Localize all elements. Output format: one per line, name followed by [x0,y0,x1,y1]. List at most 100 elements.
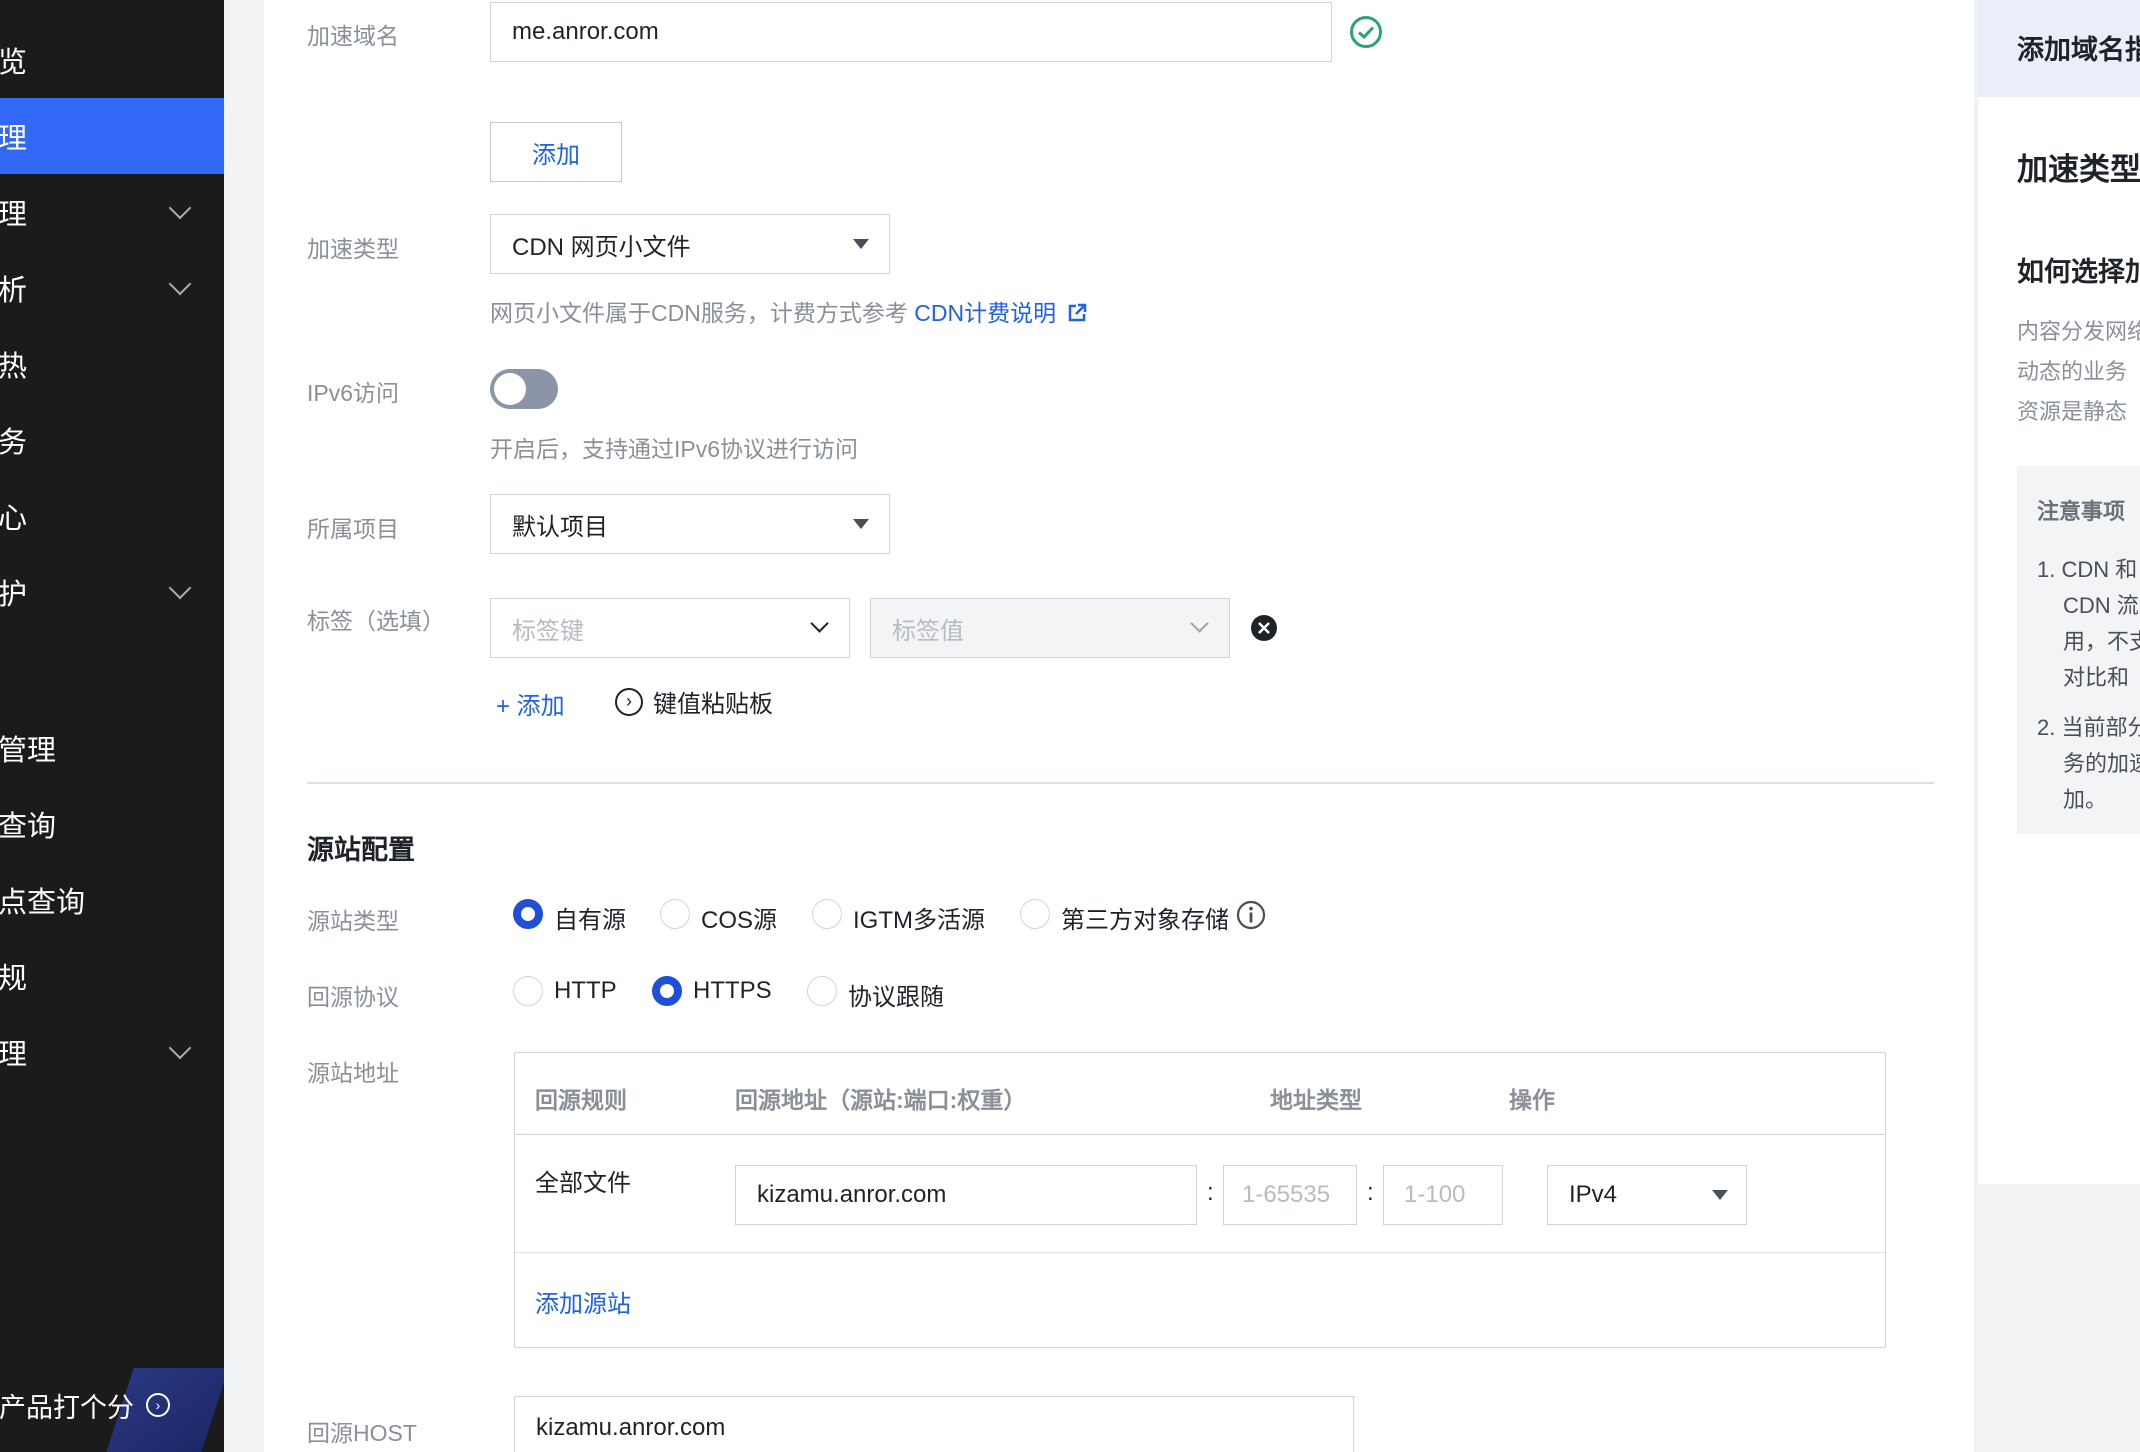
sidebar-item-service[interactable]: 务 [0,402,224,478]
note-title: 注意事项 [2037,499,2126,524]
acceleration-type-value: CDN 网页小文件 [512,233,691,261]
origin-address-input[interactable]: kizamu.anror.com [735,1165,1197,1225]
sidebar-item-label: 规 [0,963,28,995]
help-type-title: 加速类型 [2017,152,2140,187]
rate-product-link[interactable]: 给产品打个分 › [0,1375,224,1435]
sidebar-item-domain-management[interactable]: 理 [0,98,224,174]
origin-type-own-label: 自有源 [554,907,626,934]
sidebar-item-config-management[interactable]: 理 [0,174,224,250]
help-note-box: 注意事项 1. CDN 和 CDN 流 用，不支 对比和 2. 当前部分 务的加… [2017,466,2140,834]
cdn-add-domain-page: 览 理 理 析 热 务 心 护 管理 查询 点查询 规 理 产品打个分 › 加速… [0,0,2140,1452]
billing-doc-link[interactable]: CDN计费说明 [914,300,1056,326]
note-line: 用，不支 [2063,629,2140,654]
note-line: CDN 流 [2063,593,2139,618]
address-type-select[interactable]: IPv4 [1547,1165,1747,1225]
sidebar: 览 理 理 析 热 务 心 护 管理 查询 点查询 规 理 产品打个分 › [0,0,224,1452]
tag-value-placeholder: 标签值 [892,617,964,645]
protocol-radio-https[interactable] [652,976,682,1006]
address-type-value: IPv4 [1569,1181,1618,1208]
tag-key-placeholder: 标签键 [512,617,584,645]
sidebar-item-label: 析 [0,275,28,307]
sidebar-item-label: 查询 [0,811,57,843]
origin-type-radio-cos[interactable] [660,899,690,929]
chevron-down-icon [168,196,192,220]
col-type-header: 地址类型 [1270,1087,1362,1113]
chevron-down-icon [1190,614,1209,633]
add-domain-form: 加速域名 me.anror.com 添加 加速类型 CDN 网页小文件 网页小文… [264,0,1974,1452]
origin-host-input[interactable]: kizamu.anror.com [514,1396,1354,1452]
tag-clipboard-label: 键值粘贴板 [653,691,773,718]
help-desc-line: 动态的业务 [2017,359,2128,384]
note-line: 务的加速 [2063,751,2140,776]
caret-down-icon [853,239,869,249]
caret-down-icon [1712,1190,1728,1200]
add-domain-button[interactable]: 添加 [490,122,622,182]
origin-port-input[interactable]: 1-65535 [1223,1165,1357,1225]
origin-type-label: 源站类型 [307,908,399,934]
type-label: 加速类型 [307,236,399,262]
tag-key-select[interactable]: 标签键 [490,598,850,658]
chevron-right-circle-icon: › [615,687,643,716]
section-divider [307,782,1934,784]
chevron-down-icon [168,272,192,296]
note-line: 1. CDN 和 [2037,557,2138,582]
project-value: 默认项目 [512,513,608,541]
sidebar-item-query[interactable]: 查询 [0,786,224,862]
help-how-title: 如何选择加速类型 [2017,257,2140,287]
sidebar-item-center[interactable]: 心 [0,478,224,554]
tag-clipboard-button[interactable]: › 键值粘贴板 [615,684,773,719]
ipv6-hint: 开启后，支持通过IPv6协议进行访问 [490,436,859,462]
colon-separator: : [1207,1179,1214,1206]
sidebar-item-node-query[interactable]: 点查询 [0,862,224,938]
chevron-down-icon [168,1036,192,1060]
check-circle-icon [1350,16,1382,48]
sidebar-item-label: 理 [0,1039,28,1071]
project-select[interactable]: 默认项目 [490,494,890,554]
origin-type-radio-third-party[interactable] [1020,899,1050,929]
protocol-radio-follow[interactable] [807,976,837,1006]
protocol-label: 回源协议 [307,984,399,1010]
add-origin-link[interactable]: 添加源站 [535,1284,631,1319]
ipv6-label: IPv6访问 [307,380,400,406]
origin-section-title: 源站配置 [307,835,415,865]
caret-down-icon [853,519,869,529]
sidebar-item-label: 理 [0,199,28,231]
acceleration-type-select[interactable]: CDN 网页小文件 [490,214,890,274]
origin-table: 回源规则 回源地址（源站:端口:权重） 地址类型 操作 全部文件 kizamu.… [514,1052,1886,1348]
external-link-icon [1069,303,1087,322]
sidebar-item-analytics[interactable]: 析 [0,250,224,326]
origin-weight-input[interactable]: 1-100 [1383,1165,1503,1225]
add-tag-button[interactable]: + 添加 [496,686,565,721]
sidebar-item-refresh-prefetch[interactable]: 热 [0,326,224,402]
sidebar-item-label: 览 [0,47,28,79]
protocol-http-label: HTTP [554,977,617,1004]
info-icon[interactable] [1236,900,1266,930]
toggle-knob [494,373,526,405]
domain-input[interactable]: me.anror.com [490,2,1332,62]
colon-separator: : [1367,1179,1374,1206]
col-actions-header: 操作 [1509,1087,1555,1113]
help-desc-line: 资源是静态 [2017,399,2128,424]
chevron-down-icon [810,614,829,633]
sidebar-item-management[interactable]: 理 [0,1014,224,1090]
sidebar-item-protection[interactable]: 护 [0,554,224,630]
note-line: 加。 [2063,787,2108,812]
sidebar-item-label: 热 [0,351,28,383]
host-label: 回源HOST [307,1420,417,1446]
sidebar-item-label: 务 [0,427,28,459]
protocol-https-label: HTTPS [693,977,772,1004]
origin-type-radio-igtm[interactable] [812,899,842,929]
remove-tag-icon[interactable] [1250,614,1278,642]
tag-value-select[interactable]: 标签值 [870,598,1230,658]
sidebar-item-certificate-management[interactable]: 管理 [0,710,224,786]
protocol-follow-label: 协议跟随 [848,984,944,1011]
protocol-radio-http[interactable] [513,976,543,1006]
arrow-right-circle-icon: › [146,1393,170,1417]
col-address-header: 回源地址（源站:端口:权重） [735,1087,1027,1113]
origin-type-radio-own[interactable] [513,899,543,929]
sidebar-item-overview[interactable]: 览 [0,22,224,98]
sidebar-item-rules[interactable]: 规 [0,938,224,1014]
tag-label: 标签（选填） [307,608,445,634]
type-hint: 网页小文件属于CDN服务，计费方式参考 CDN计费说明 [490,294,1088,328]
ipv6-toggle[interactable] [490,369,558,409]
